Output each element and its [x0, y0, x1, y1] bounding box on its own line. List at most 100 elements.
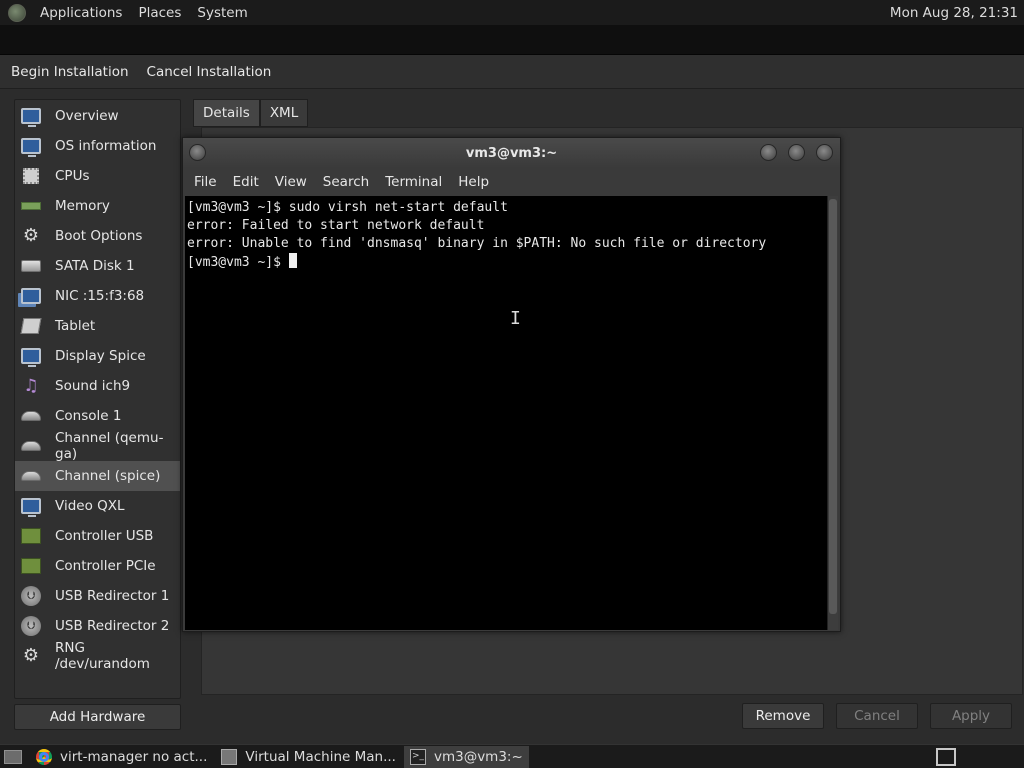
- terminal-line: error: Unable to find 'dnsmasq' binary i…: [187, 236, 767, 251]
- terminal-menu-edit[interactable]: Edit: [225, 174, 267, 190]
- cancel-button[interactable]: Cancel: [836, 703, 918, 729]
- hardware-item[interactable]: ♫ Sound ich9: [15, 371, 180, 401]
- close-icon[interactable]: [816, 144, 833, 161]
- hardware-item-label: Console 1: [55, 408, 122, 424]
- text-cursor: [288, 253, 297, 268]
- controller-icon: [20, 526, 42, 546]
- menu-applications[interactable]: Applications: [32, 5, 130, 21]
- workspace-switcher-icon[interactable]: [936, 747, 956, 766]
- hardware-item[interactable]: SATA Disk 1: [15, 251, 180, 281]
- cancel-installation-button[interactable]: Cancel Installation: [138, 64, 281, 80]
- terminal-titlebar[interactable]: vm3@vm3:~: [183, 138, 840, 168]
- remove-button[interactable]: Remove: [742, 703, 824, 729]
- maximize-icon[interactable]: [788, 144, 805, 161]
- hardware-item[interactable]: NIC :15:f3:68: [15, 281, 180, 311]
- terminal-scrollbar[interactable]: [827, 196, 838, 630]
- install-toolbar: Begin Installation Cancel Installation: [0, 55, 1024, 89]
- hardware-item[interactable]: ⮋ USB Redirector 1: [15, 581, 180, 611]
- memory-icon: [20, 196, 42, 216]
- hardware-item[interactable]: Memory: [15, 191, 180, 221]
- menu-places[interactable]: Places: [130, 5, 189, 21]
- task-virt-manager[interactable]: Virtual Machine Man...: [215, 746, 402, 768]
- vm-manager-icon: [221, 748, 238, 765]
- tab-details[interactable]: Details: [193, 99, 260, 127]
- add-hardware-button[interactable]: Add Hardware: [14, 704, 181, 730]
- hardware-item-label: Overview: [55, 108, 119, 124]
- terminal-window[interactable]: vm3@vm3:~ File Edit View Search Terminal…: [182, 137, 841, 632]
- top-panel: Applications Places System Mon Aug 28, 2…: [0, 0, 1024, 25]
- channel-icon: [20, 406, 42, 426]
- hardware-item-label: RNG /dev/urandom: [55, 640, 150, 672]
- show-desktop-icon[interactable]: [4, 749, 22, 764]
- hardware-item-label: Controller PCIe: [55, 558, 156, 574]
- hardware-item[interactable]: Controller PCIe: [15, 551, 180, 581]
- terminal-menu-help[interactable]: Help: [450, 174, 497, 190]
- menu-system[interactable]: System: [189, 5, 255, 21]
- terminal-menubar: File Edit View Search Terminal Help: [183, 168, 840, 196]
- controller-icon: [20, 556, 42, 576]
- terminal-title: vm3@vm3:~: [465, 145, 558, 161]
- gear-icon: ⚙: [22, 645, 40, 666]
- hardware-item-label: Channel (spice): [55, 468, 161, 484]
- hardware-item[interactable]: Channel (spice): [15, 461, 180, 491]
- hardware-item[interactable]: OS information: [15, 131, 180, 161]
- hardware-item[interactable]: Console 1: [15, 401, 180, 431]
- gear-icon: ⚙: [22, 225, 40, 246]
- terminal-prompt-line: [vm3@vm3 ~]$: [187, 253, 828, 272]
- hardware-item-label: USB Redirector 2: [55, 618, 170, 634]
- hardware-item[interactable]: Channel (qemu-ga): [15, 430, 180, 462]
- channel-icon: [20, 466, 42, 486]
- hardware-item[interactable]: Display Spice: [15, 341, 180, 371]
- terminal-icon: >_: [409, 748, 426, 765]
- tab-xml[interactable]: XML: [259, 99, 309, 127]
- hardware-item[interactable]: Overview: [15, 101, 180, 131]
- task-chrome[interactable]: virt-manager no act...: [30, 746, 213, 768]
- monitor-icon: [20, 496, 42, 517]
- scrollbar-thumb[interactable]: [829, 199, 837, 614]
- hardware-item-label: USB Redirector 1: [55, 588, 170, 604]
- hardware-item-label: Boot Options: [55, 228, 143, 244]
- action-buttons: Remove Cancel Apply: [742, 703, 1024, 729]
- sound-icon: ♫: [23, 375, 39, 396]
- hardware-item[interactable]: Tablet: [15, 311, 180, 341]
- task-label: virt-manager no act...: [60, 748, 208, 765]
- apply-button[interactable]: Apply: [930, 703, 1012, 729]
- terminal-output[interactable]: [vm3@vm3 ~]$ sudo virsh net-start defaul…: [185, 196, 828, 630]
- hardware-item-label: Tablet: [55, 318, 96, 334]
- mouse-ibeam-cursor-icon: I: [510, 308, 521, 329]
- vm-window-titlebar: [0, 25, 1024, 55]
- task-terminal[interactable]: >_ vm3@vm3:~: [403, 745, 529, 768]
- hardware-item[interactable]: ⚙ Boot Options: [15, 221, 180, 251]
- hardware-item[interactable]: ⚙ RNG /dev/urandom: [15, 640, 180, 672]
- usb-icon: ⮋: [20, 586, 42, 606]
- clock[interactable]: Mon Aug 28, 21:31: [890, 5, 1024, 21]
- hardware-item[interactable]: CPUs: [15, 161, 180, 191]
- disk-icon: [20, 256, 42, 276]
- cpu-icon: [20, 166, 42, 186]
- terminal-menu-file[interactable]: File: [186, 174, 225, 190]
- begin-installation-button[interactable]: Begin Installation: [0, 64, 138, 80]
- hardware-item-label: Display Spice: [55, 348, 146, 364]
- monitor-icon: [20, 136, 42, 157]
- hardware-item[interactable]: ⮋ USB Redirector 2: [15, 611, 180, 641]
- task-label: Virtual Machine Man...: [245, 748, 396, 765]
- network-icon: [20, 286, 42, 306]
- terminal-line: [vm3@vm3 ~]$ sudo virsh net-start defaul…: [187, 200, 508, 215]
- distro-logo-icon[interactable]: [8, 3, 26, 22]
- hardware-item[interactable]: Controller USB: [15, 521, 180, 551]
- hardware-item-label: CPUs: [55, 168, 90, 184]
- hardware-item[interactable]: Video QXL: [15, 491, 180, 521]
- hardware-item-label: Video QXL: [55, 498, 125, 514]
- minimize-icon[interactable]: [760, 144, 777, 161]
- terminal-menu-search[interactable]: Search: [315, 174, 377, 190]
- hardware-item-label: OS information: [55, 138, 157, 154]
- hardware-list: Overview OS information CPUs Memory ⚙ Boot Op…: [14, 99, 181, 699]
- terminal-menu-view[interactable]: View: [267, 174, 315, 190]
- terminal-menu-terminal[interactable]: Terminal: [377, 174, 450, 190]
- usb-icon: ⮋: [20, 616, 42, 636]
- terminal-line: error: Failed to start network default: [187, 218, 485, 233]
- hardware-item-label: SATA Disk 1: [55, 258, 135, 274]
- tablet-icon: [20, 316, 42, 336]
- bottom-taskbar: virt-manager no act... Virtual Machine M…: [0, 744, 1024, 768]
- window-menu-icon[interactable]: [189, 144, 206, 161]
